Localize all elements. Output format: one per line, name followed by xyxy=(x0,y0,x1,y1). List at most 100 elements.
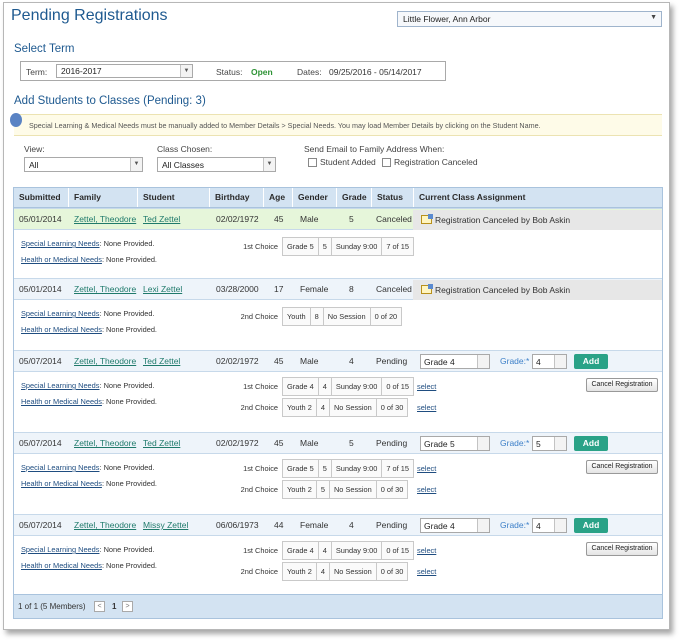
select-link[interactable]: select xyxy=(417,382,436,391)
special-needs: Special Learning Needs: None Provided. xyxy=(21,545,155,554)
pager-summary: 1 of 1 (5 Members) xyxy=(18,602,86,611)
column-header[interactable]: Student xyxy=(138,188,210,207)
student-cell[interactable]: Ted Zettel xyxy=(143,433,180,453)
select-link[interactable]: select xyxy=(417,464,436,473)
add-button[interactable]: Add xyxy=(574,518,608,533)
select-link[interactable]: select xyxy=(417,403,436,412)
registration-record: 05/01/2014 Zettel, Theodore Lexi Zettel 03/… xyxy=(14,278,662,348)
choice-class: Grade 5 5 Sunday 9:00 7 of 15 xyxy=(282,459,414,478)
select-link[interactable]: select xyxy=(417,546,436,555)
submitted-cell: 05/07/2014 xyxy=(19,438,62,448)
health-medical-needs-link[interactable]: Health or Medical Needs xyxy=(21,325,102,334)
column-header[interactable]: Age xyxy=(264,188,293,207)
health-medical-needs-link[interactable]: Health or Medical Needs xyxy=(21,479,102,488)
dates-label: Dates: xyxy=(297,67,322,77)
health-needs: Health or Medical Needs: None Provided. xyxy=(21,325,157,334)
status-label: Status: xyxy=(216,67,243,77)
class-chosen-select[interactable]: All Classes ▼ xyxy=(157,157,276,172)
choice-session: Sunday 9:00 xyxy=(332,542,383,559)
student-cell[interactable]: Missy Zettel xyxy=(143,515,188,535)
column-header[interactable]: Family xyxy=(69,188,138,207)
assignment-text: Registration Canceled by Bob Askin xyxy=(435,215,571,225)
choice-g: 5 xyxy=(319,238,332,255)
chevron-down-icon xyxy=(477,519,489,532)
choice-count: 0 of 15 xyxy=(386,382,409,391)
status-cell: Canceled xyxy=(376,214,412,224)
choice-count: 0 of 30 xyxy=(380,485,404,494)
age-cell: 17 xyxy=(274,284,284,294)
current-page[interactable]: 1 xyxy=(112,602,116,611)
health-medical-needs-link[interactable]: Health or Medical Needs xyxy=(21,397,102,406)
add-button[interactable]: Add xyxy=(574,436,608,451)
column-header[interactable]: Gender xyxy=(293,188,337,207)
prev-page-button[interactable]: < xyxy=(94,601,105,612)
registration-canceled-checkbox[interactable] xyxy=(382,158,391,167)
page-title: Pending Registrations xyxy=(11,7,168,24)
column-header[interactable]: Current Class Assignment xyxy=(414,188,662,207)
birthday-cell: 03/28/2000 xyxy=(216,284,259,294)
family-cell[interactable]: Zettel, Theodore xyxy=(74,279,136,299)
special-learning-needs-link[interactable]: Special Learning Needs xyxy=(21,309,99,318)
needs-value: : None Provided. xyxy=(99,545,155,554)
info-icon xyxy=(10,113,22,127)
age-cell: 45 xyxy=(274,214,284,224)
registration-canceled-label: Registration Canceled xyxy=(394,157,478,167)
health-medical-needs-link[interactable]: Health or Medical Needs xyxy=(21,255,102,264)
class-select[interactable]: Grade 4 xyxy=(420,518,490,533)
choice-g: 4 xyxy=(319,542,332,559)
cancel-registration-button[interactable]: Cancel Registration xyxy=(586,378,658,392)
health-medical-needs-link[interactable]: Health or Medical Needs xyxy=(21,561,102,570)
grade-select-value: 5 xyxy=(536,439,541,449)
location-select[interactable]: Little Flower, Ann Arbor ▼ xyxy=(397,11,662,27)
grade-select[interactable]: 5 xyxy=(532,436,567,451)
next-page-button[interactable]: > xyxy=(122,601,133,612)
select-link[interactable]: select xyxy=(417,485,436,494)
chevron-down-icon xyxy=(554,355,566,368)
table-row: 05/07/2014 Zettel, Theodore Missy Zettel 06… xyxy=(14,514,662,536)
grade-select[interactable]: 4 xyxy=(532,518,567,533)
app-window: Pending Registrations Little Flower, Ann… xyxy=(3,2,670,630)
student-cell[interactable]: Lexi Zettel xyxy=(143,279,182,299)
choice-g: 8 xyxy=(311,308,324,325)
select-link[interactable]: select xyxy=(417,567,436,576)
choice-count: 7 of 15 xyxy=(386,242,409,251)
view-select[interactable]: All ▼ xyxy=(24,157,143,172)
family-cell[interactable]: Zettel, Theodore xyxy=(74,209,136,229)
special-learning-needs-link[interactable]: Special Learning Needs xyxy=(21,463,99,472)
class-select[interactable]: Grade 4 xyxy=(420,354,490,369)
class-assignment: Registration Canceled by Bob Askin xyxy=(413,210,662,230)
note-icon xyxy=(421,284,433,294)
table-row: 05/07/2014 Zettel, Theodore Ted Zettel 02/0… xyxy=(14,432,662,454)
family-cell[interactable]: Zettel, Theodore xyxy=(74,351,136,371)
family-cell[interactable]: Zettel, Theodore xyxy=(74,433,136,453)
student-cell[interactable]: Ted Zettel xyxy=(143,209,180,229)
class-assignment: Registration Canceled by Bob Askin xyxy=(413,280,662,300)
view-label: View: xyxy=(24,144,45,154)
special-learning-needs-link[interactable]: Special Learning Needs xyxy=(21,239,99,248)
submitted-cell: 05/07/2014 xyxy=(19,520,62,530)
cancel-registration-button[interactable]: Cancel Registration xyxy=(586,542,658,556)
choice-count: 0 of 15 xyxy=(386,546,409,555)
column-header[interactable]: Status xyxy=(372,188,414,207)
registration-record: 05/07/2014 Zettel, Theodore Ted Zettel 02/0… xyxy=(14,350,662,432)
grade-cell: 5 xyxy=(349,438,354,448)
column-header[interactable]: Grade xyxy=(337,188,372,207)
grade-select[interactable]: 4 xyxy=(532,354,567,369)
chevron-down-icon: ▼ xyxy=(650,14,657,21)
choice-g: 5 xyxy=(319,460,332,477)
choice-session: No Session xyxy=(330,399,377,416)
special-learning-needs-link[interactable]: Special Learning Needs xyxy=(21,381,99,390)
student-added-checkbox[interactable] xyxy=(308,158,317,167)
family-cell[interactable]: Zettel, Theodore xyxy=(74,515,136,535)
special-learning-needs-link[interactable]: Special Learning Needs xyxy=(21,545,99,554)
term-select[interactable]: 2016-2017 ▼ xyxy=(56,64,193,78)
cancel-registration-button[interactable]: Cancel Registration xyxy=(586,460,658,474)
student-cell[interactable]: Ted Zettel xyxy=(143,351,180,371)
gender-cell: Female xyxy=(300,520,329,530)
class-select[interactable]: Grade 5 xyxy=(420,436,490,451)
column-header[interactable]: Submitted xyxy=(14,188,69,207)
registration-record: 05/07/2014 Zettel, Theodore Missy Zettel 06… xyxy=(14,514,662,596)
class-chosen-label: Class Chosen: xyxy=(157,144,213,154)
column-header[interactable]: Birthday xyxy=(210,188,264,207)
add-button[interactable]: Add xyxy=(574,354,608,369)
